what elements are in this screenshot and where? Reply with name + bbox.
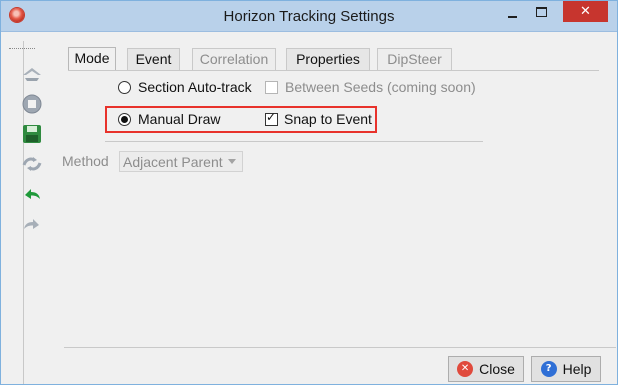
close-icon: ✕ bbox=[580, 4, 591, 19]
settings-panel: Mode Event Correlation Properties DipSte… bbox=[62, 41, 616, 384]
save-icon[interactable] bbox=[21, 123, 43, 145]
manual-draw-option[interactable]: Manual Draw bbox=[118, 111, 220, 127]
section-separator bbox=[105, 141, 483, 142]
snap-to-event-option[interactable]: Snap to Event bbox=[265, 111, 372, 127]
snap-to-event-checkbox[interactable] bbox=[265, 111, 278, 126]
section-autotrack-radio[interactable] bbox=[118, 80, 131, 94]
tab-event[interactable]: Event bbox=[127, 48, 180, 70]
close-button-label: Close bbox=[479, 361, 515, 377]
between-seeds-option[interactable]: Between Seeds (coming soon) bbox=[265, 79, 476, 95]
tab-dipsteer[interactable]: DipSteer bbox=[377, 48, 452, 70]
toolbar-grip[interactable] bbox=[9, 48, 35, 51]
tab-correlation[interactable]: Correlation bbox=[192, 48, 276, 70]
between-seeds-checkbox[interactable] bbox=[265, 80, 278, 94]
help-icon: ? bbox=[540, 361, 557, 377]
undo-icon[interactable] bbox=[21, 183, 43, 205]
section-autotrack-option[interactable]: Section Auto-track bbox=[118, 79, 252, 95]
tab-properties[interactable]: Properties bbox=[286, 48, 370, 70]
maximize-button[interactable] bbox=[527, 1, 555, 22]
chevron-down-icon bbox=[228, 159, 236, 164]
between-seeds-label: Between Seeds (coming soon) bbox=[285, 79, 476, 95]
method-label: Method bbox=[62, 153, 109, 169]
help-button[interactable]: ? Help bbox=[531, 356, 601, 382]
close-circle-icon: ✕ bbox=[457, 361, 474, 377]
tab-mode[interactable]: Mode bbox=[68, 47, 116, 71]
tab-divider bbox=[68, 70, 599, 71]
minimize-button[interactable] bbox=[498, 1, 526, 22]
manual-draw-radio[interactable] bbox=[118, 112, 131, 126]
help-button-label: Help bbox=[562, 361, 592, 377]
method-select-value: Adjacent Parent bbox=[123, 153, 223, 170]
stop-icon[interactable] bbox=[21, 93, 43, 115]
title-bar[interactable]: Horizon Tracking Settings ✕ bbox=[1, 1, 617, 32]
dialog-window: Horizon Tracking Settings ✕ Mode Event C… bbox=[0, 0, 618, 385]
ship-icon[interactable] bbox=[21, 63, 43, 85]
close-button[interactable]: ✕ Close bbox=[448, 356, 524, 382]
footer-divider bbox=[64, 347, 616, 348]
window-close-button[interactable]: ✕ bbox=[563, 1, 608, 22]
retrack-icon[interactable] bbox=[21, 153, 43, 175]
left-toolbar bbox=[1, 41, 42, 384]
manual-draw-label: Manual Draw bbox=[138, 111, 221, 127]
method-select[interactable]: Adjacent Parent bbox=[119, 151, 243, 172]
section-autotrack-label: Section Auto-track bbox=[138, 79, 252, 95]
redo-icon[interactable] bbox=[21, 213, 43, 235]
snap-to-event-label: Snap to Event bbox=[284, 111, 372, 127]
